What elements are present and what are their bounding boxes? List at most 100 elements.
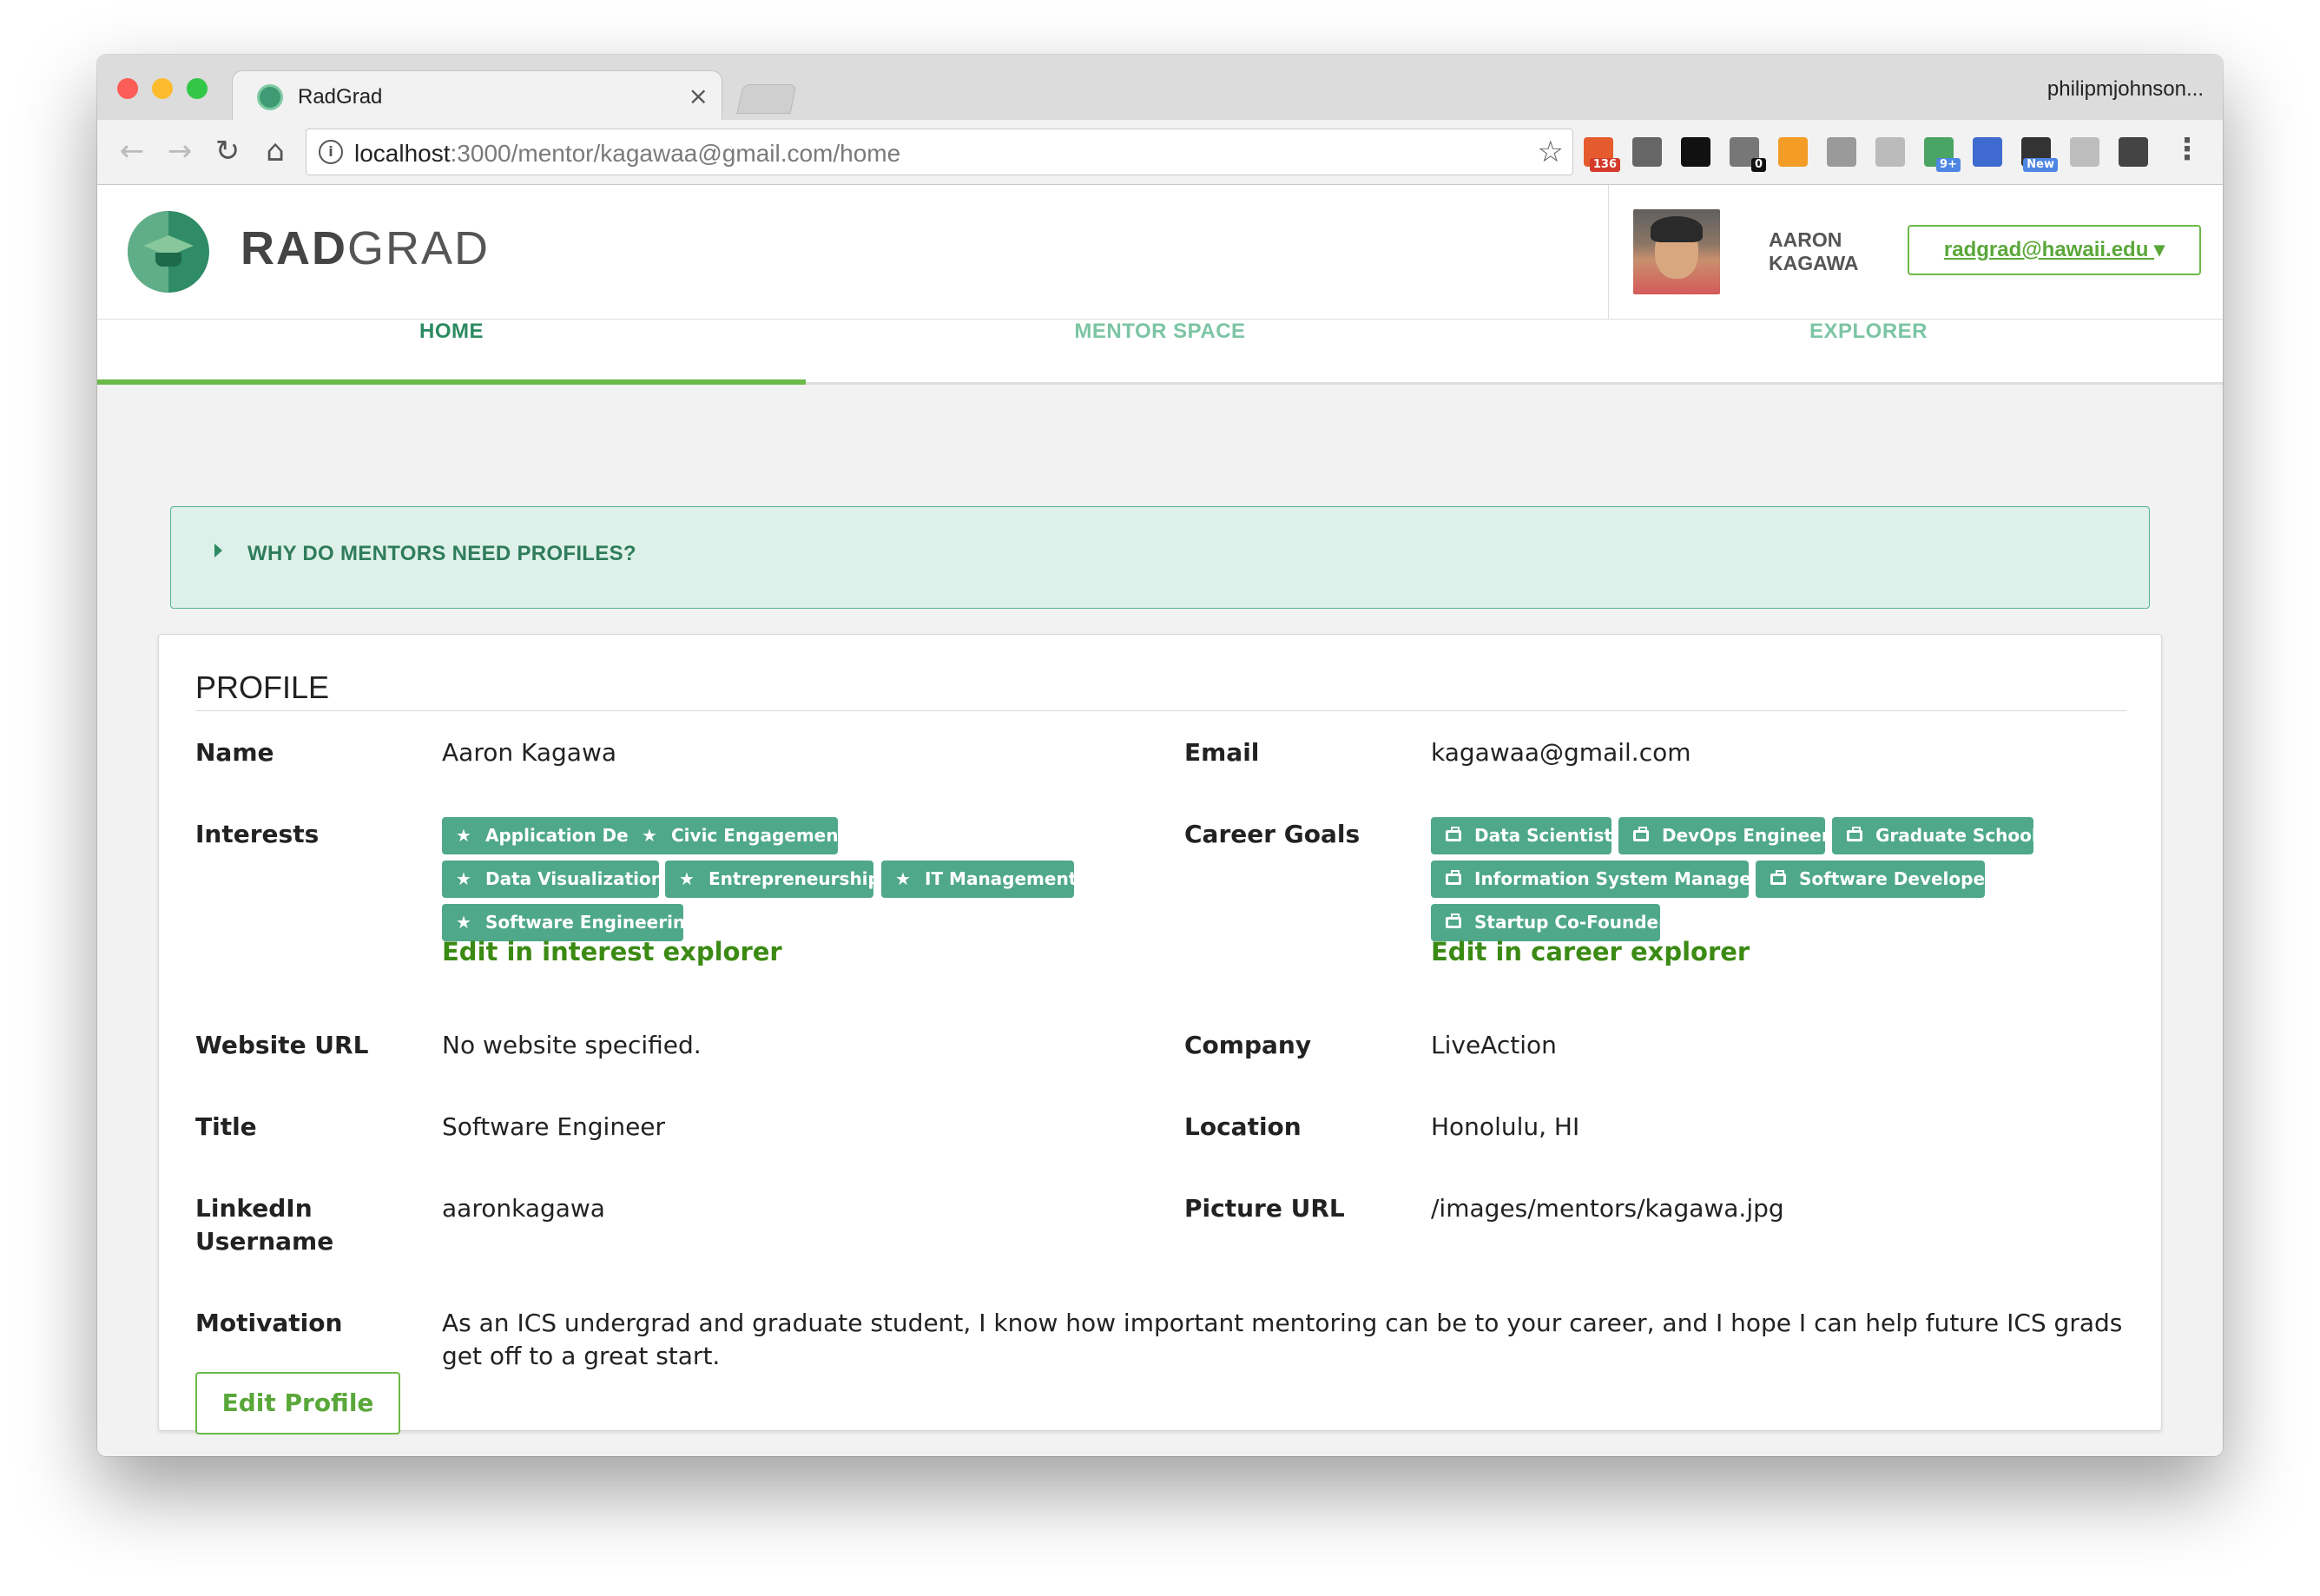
refresh-ext-icon[interactable] (2119, 137, 2148, 167)
career-tag[interactable]: DevOps Engineer (1618, 817, 1830, 854)
email-value: kagawaa@gmail.com (1431, 738, 1691, 767)
star-icon: ★ (642, 825, 657, 846)
interest-tag[interactable]: ★ Data Visualization (442, 861, 663, 898)
career-tag[interactable]: Information System Manager (1431, 861, 1760, 898)
location-label: Location (1184, 1112, 1302, 1141)
bookmark-star-icon[interactable]: ☆ (1538, 135, 1564, 169)
user-area: AARON KAGAWA radgrad@hawaii.edu ▾ (1608, 185, 2223, 320)
interest-tag-label: Data Visualization (485, 868, 663, 889)
interest-tag[interactable]: ★ Entrepreneurship (665, 861, 880, 898)
why-mentors-accordion[interactable]: WHY DO MENTORS NEED PROFILES? (170, 506, 2150, 609)
new-icon[interactable]: New (2021, 137, 2058, 172)
eyedropper-icon[interactable] (1973, 137, 2002, 167)
user-email-dropdown[interactable]: radgrad@hawaii.edu ▾ (1908, 225, 2201, 275)
caret-right-icon (214, 544, 222, 557)
app-logo-text[interactable]: RADGRAD (241, 221, 490, 275)
reload-icon[interactable]: ↻ (210, 134, 245, 168)
tab-mentor-space[interactable]: MENTOR SPACE (806, 320, 1514, 385)
motivation-value: As an ICS undergrad and graduate student… (442, 1309, 2123, 1370)
jetbrains-icon[interactable] (1681, 137, 1710, 167)
interests-label: Interests (195, 820, 320, 848)
tab-title: RadGrad (298, 85, 383, 109)
briefcase-icon (1446, 827, 1461, 841)
interest-tag-label: Civic Engagement (671, 825, 847, 846)
new-tab-button[interactable] (736, 84, 797, 114)
lock-icon[interactable]: 0 (1730, 137, 1766, 172)
avatar (1633, 209, 1720, 294)
interest-tag-label: IT Management (925, 868, 1078, 889)
title-label: Title (195, 1112, 257, 1141)
link-icon[interactable] (1827, 137, 1856, 167)
career-tag[interactable]: Software Developer (1756, 861, 1994, 898)
browser-tab[interactable]: RadGrad × (232, 70, 722, 122)
radgrad-favicon-icon (257, 84, 283, 110)
motivation-label: Motivation (195, 1309, 343, 1337)
website-label: Website URL (195, 1031, 369, 1059)
company-label: Company (1184, 1031, 1312, 1059)
accordion-title: WHY DO MENTORS NEED PROFILES? (247, 542, 636, 565)
interest-tag-label: Software Engineering (485, 912, 698, 933)
career-tag-label: Information System Manager (1474, 868, 1760, 889)
picture-url-value: /images/mentors/kagawa.jpg (1431, 1194, 1784, 1223)
edit-profile-button[interactable]: Edit Profile (195, 1372, 400, 1434)
career-tag[interactable]: Startup Co-Founder (1431, 904, 1667, 941)
extension-badge: 9+ (1936, 158, 1961, 172)
name-label: Name (195, 738, 274, 767)
radgrad-logo-icon[interactable] (128, 211, 209, 293)
back-arrow-icon[interactable]: ← (115, 134, 149, 168)
linkedin-value: aaronkagawa (442, 1194, 605, 1223)
browser-toolbar: ← → ↻ ⌂ i localhost:3000/mentor/kagawaa@… (97, 120, 2223, 185)
chart-icon[interactable] (1778, 137, 1808, 167)
user-name: AARON KAGAWA (1769, 228, 1859, 274)
career-tag-label: DevOps Engineer (1662, 825, 1830, 846)
company-value: LiveAction (1431, 1031, 1557, 1059)
ghost-icon[interactable] (2070, 137, 2099, 167)
chevron-down-icon: ▾ (2154, 238, 2165, 261)
divider (195, 710, 2126, 711)
site-info-icon[interactable]: i (319, 140, 343, 164)
extension-badge: 0 (1750, 158, 1766, 172)
forward-arrow-icon[interactable]: → (162, 134, 197, 168)
interest-tag[interactable]: ★ IT Management (881, 861, 1078, 898)
drive-icon[interactable] (1875, 137, 1905, 167)
star-icon: ★ (456, 825, 471, 846)
tab-home[interactable]: HOME (97, 320, 806, 385)
interest-tag[interactable]: ★ Civic Engagement (628, 817, 847, 854)
location-value: Honolulu, HI (1431, 1112, 1580, 1141)
profile-title: PROFILE (195, 669, 330, 705)
url-text[interactable]: localhost:3000/mentor/kagawaa@gmail.com/… (354, 140, 900, 168)
info-icon[interactable] (1632, 137, 1662, 167)
star-icon: ★ (895, 868, 911, 889)
extension-badge: New (2023, 158, 2058, 172)
briefcase-icon (1770, 870, 1786, 885)
career-tag-label: Startup Co-Founder (1474, 912, 1667, 933)
picture-url-label: Picture URL (1184, 1194, 1345, 1223)
maximize-window-button[interactable] (187, 78, 208, 99)
interest-tag[interactable]: ★ Software Engineering (442, 904, 697, 941)
page-content: RADGRAD AARON KAGAWA radgrad@hawaii.edu ▾… (97, 185, 2223, 1456)
extension-badge: 136 (1589, 158, 1620, 172)
edit-interest-link[interactable]: Edit in interest explorer (442, 937, 782, 966)
browser-profile-name[interactable]: philipmjohnson... (2047, 77, 2204, 102)
rss-icon[interactable]: 136 (1584, 137, 1620, 172)
profile-card: PROFILE Name Aaron Kagawa Interests ★ App… (158, 634, 2162, 1434)
title-value: Software Engineer (442, 1112, 666, 1141)
career-tag-label: Graduate School (1875, 825, 2038, 846)
career-tag[interactable]: Graduate School (1832, 817, 2038, 854)
address-bar[interactable]: i localhost:3000/mentor/kagawaa@gmail.co… (306, 129, 1573, 175)
briefcase-icon (1847, 827, 1862, 841)
minimize-window-button[interactable] (152, 78, 173, 99)
career-goals-label: Career Goals (1184, 820, 1361, 848)
home-icon[interactable]: ⌂ (258, 134, 293, 168)
tab-explorer[interactable]: EXPLORER (1514, 320, 2223, 385)
hangouts-icon[interactable]: 9+ (1924, 137, 1961, 172)
close-window-button[interactable] (117, 78, 138, 99)
edit-career-link[interactable]: Edit in career explorer (1431, 937, 1750, 966)
tab-close-icon[interactable]: × (689, 82, 709, 110)
linkedin-label: LinkedIn Username (195, 1194, 334, 1256)
browser-menu-icon[interactable]: ⋮ (2172, 132, 2202, 167)
briefcase-icon (1446, 913, 1461, 928)
briefcase-icon (1446, 870, 1461, 885)
app-header: RADGRAD AARON KAGAWA radgrad@hawaii.edu ▾ (97, 185, 2223, 320)
career-tag[interactable]: Data Scientist (1431, 817, 1612, 854)
